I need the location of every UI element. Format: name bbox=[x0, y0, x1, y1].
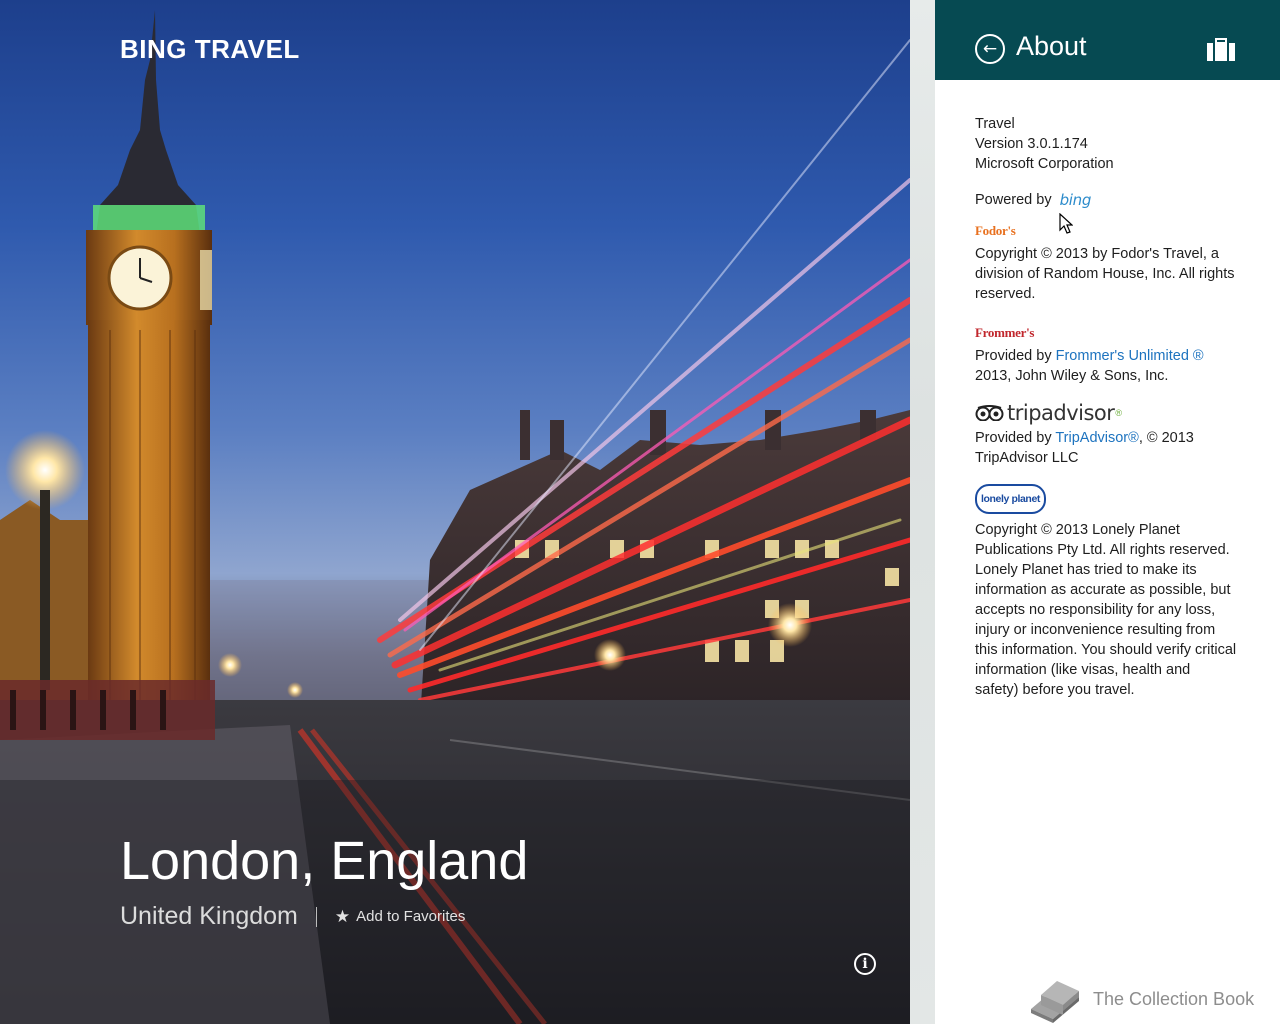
about-panel: ← About Travel Version 3.0.1.174 Microso… bbox=[935, 0, 1280, 1024]
fodors-logo: Fodor's bbox=[975, 223, 1016, 238]
info-label: i bbox=[862, 956, 868, 972]
fodors-section: Fodor's Copyright © 2013 by Fodor's Trav… bbox=[975, 222, 1237, 304]
lonely-planet-disclaimer: Lonely Planet has tried to make its info… bbox=[975, 562, 1237, 698]
tripadvisor-registered-mark: ® bbox=[1115, 408, 1123, 418]
frommers-prefix: Provided by bbox=[975, 348, 1056, 364]
app-window: BING TRAVEL London, England United Kingd… bbox=[0, 0, 1280, 1024]
powered-by-row: Powered by bing bbox=[975, 188, 1237, 212]
tripadvisor-wordmark: tripadvisor bbox=[1007, 401, 1115, 425]
tripadvisor-prefix: Provided by bbox=[975, 430, 1056, 446]
tripadvisor-owl-icon bbox=[975, 405, 1004, 421]
bing-logo[interactable]: bing bbox=[1060, 190, 1092, 210]
panel-title: About bbox=[1016, 31, 1087, 61]
about-content: Travel Version 3.0.1.174 Microsoft Corpo… bbox=[975, 114, 1237, 720]
back-arrow-icon: ← bbox=[982, 39, 998, 59]
app-info: Travel Version 3.0.1.174 Microsoft Corpo… bbox=[975, 114, 1237, 174]
app-title: BING TRAVEL bbox=[120, 34, 300, 64]
lonely-planet-logo: lonely planet bbox=[975, 484, 1046, 514]
about-panel-header: ← About bbox=[935, 0, 1280, 80]
destination-title: London, England bbox=[120, 831, 529, 891]
frommers-link[interactable]: Frommer's Unlimited ® bbox=[1056, 348, 1204, 364]
app-company: Microsoft Corporation bbox=[975, 156, 1114, 172]
book-icon bbox=[1031, 981, 1079, 1023]
tripadvisor-section: tripadvisor ® Provided by TripAdvisor®, … bbox=[975, 400, 1237, 468]
add-to-favorites-label: Add to Favorites bbox=[356, 908, 466, 925]
frommers-logo: Frommer's bbox=[975, 325, 1035, 340]
powered-by-label: Powered by bbox=[975, 192, 1052, 208]
fodors-copyright: Copyright © 2013 by Fodor's Travel, a di… bbox=[975, 246, 1235, 302]
background-strip bbox=[910, 0, 935, 1024]
lonely-planet-section: lonely planet Copyright © 2013 Lonely Pl… bbox=[975, 484, 1237, 700]
frommers-credit: Provided by Frommer's Unlimited ® 2013, … bbox=[975, 346, 1237, 386]
tripadvisor-credit: Provided by TripAdvisor®, © 2013 TripAdv… bbox=[975, 428, 1237, 468]
back-button[interactable]: ← bbox=[975, 34, 1005, 64]
frommers-suffix: 2013, John Wiley & Sons, Inc. bbox=[975, 368, 1169, 384]
info-icon[interactable]: i bbox=[854, 953, 876, 975]
star-icon: ★ bbox=[334, 906, 351, 926]
tripadvisor-link[interactable]: TripAdvisor® bbox=[1055, 430, 1138, 446]
tripadvisor-logo: tripadvisor ® bbox=[975, 400, 1237, 426]
lonely-planet-copyright: Copyright © 2013 Lonely Planet Publicati… bbox=[975, 522, 1230, 558]
watermark-text: The Collection Book bbox=[1093, 988, 1255, 1009]
cursor-icon bbox=[1059, 213, 1073, 234]
app-name: Travel bbox=[975, 116, 1015, 132]
collection-watermark: The Collection Book bbox=[1027, 975, 1254, 1023]
destination-subtitle-row: United Kingdom ★ Add to Favorites bbox=[120, 902, 465, 931]
destination-country: United Kingdom bbox=[120, 902, 298, 930]
frommers-section: Frommer's Provided by Frommer's Unlimite… bbox=[975, 324, 1237, 386]
suitcase-icon bbox=[1207, 38, 1235, 61]
add-to-favorites-button[interactable]: ★ Add to Favorites bbox=[335, 907, 465, 927]
divider bbox=[315, 906, 317, 927]
app-version: Version 3.0.1.174 bbox=[975, 136, 1088, 152]
hero-section: BING TRAVEL London, England United Kingd… bbox=[0, 0, 910, 1024]
